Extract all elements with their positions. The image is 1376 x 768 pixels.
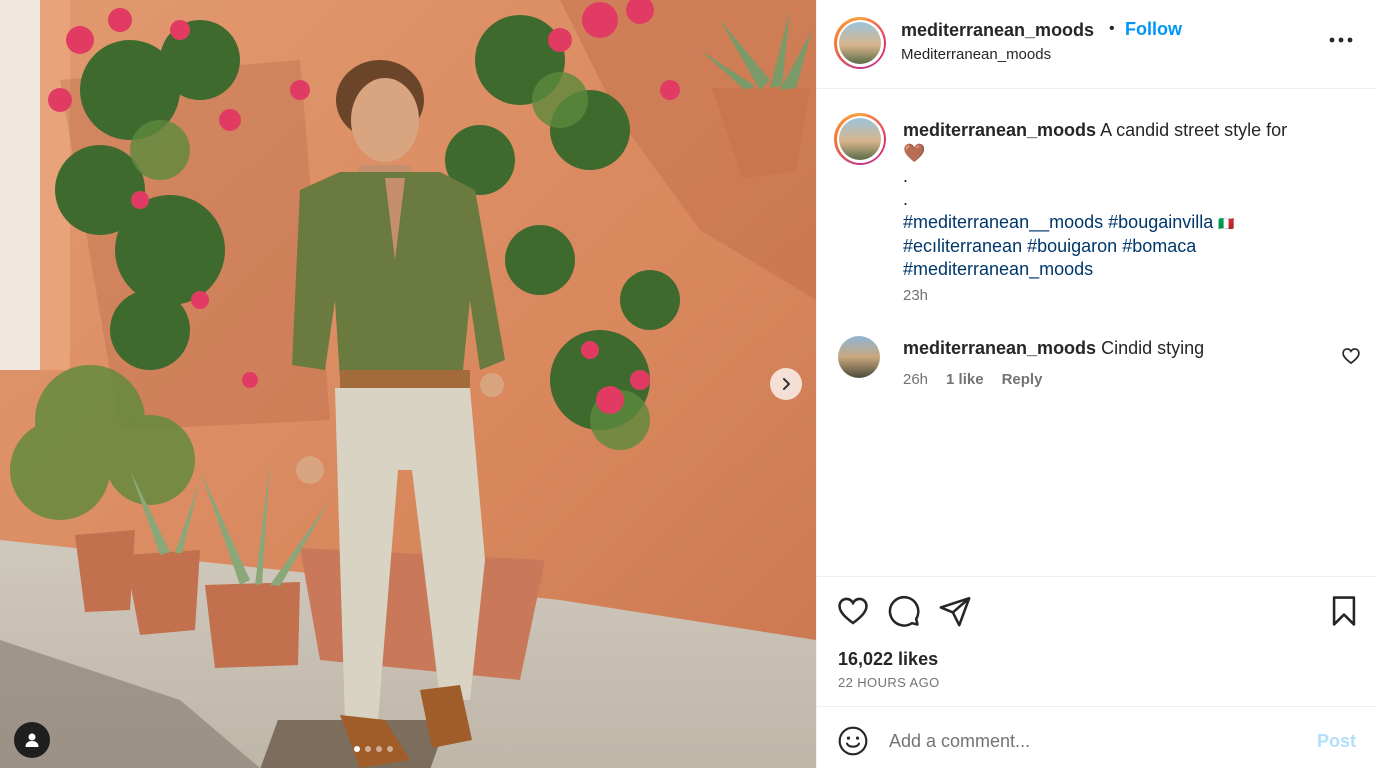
carousel-dot [387, 746, 393, 752]
comment-timestamp[interactable]: 26h [903, 371, 928, 388]
like-count[interactable]: 16,022 likes [838, 649, 938, 670]
comment-icon[interactable] [887, 594, 921, 628]
bookmark-icon[interactable] [1327, 594, 1361, 628]
caption-body: mediterranean_moods A candid street styl… [903, 119, 1343, 281]
avatar-border [836, 115, 884, 163]
caption-username[interactable]: mediterranean_moods [903, 120, 1096, 140]
caption-text: A candid street style for [1100, 120, 1288, 140]
author-avatar[interactable] [834, 17, 886, 69]
user-tag-icon [25, 733, 39, 747]
commenter-username[interactable]: mediterranean_moods [903, 338, 1096, 358]
caption-dot: . [903, 189, 909, 209]
post-header: mediterranean_moods • Follow Mediterrane… [817, 0, 1376, 89]
separator-dot: • [1109, 20, 1115, 37]
carousel-dot [365, 746, 371, 752]
post-comment-button[interactable]: Post [1317, 731, 1356, 752]
next-photo-button[interactable] [770, 368, 802, 400]
follow-button[interactable]: Follow [1125, 19, 1182, 40]
post-timestamp: 22 HOURS AGO [838, 675, 940, 690]
comment-input[interactable] [889, 723, 1289, 759]
emoji-icon[interactable] [837, 725, 869, 757]
avatar-border [836, 19, 884, 67]
chevron-right-icon [783, 378, 790, 390]
comment-composer: Post [817, 706, 1376, 768]
tagged-users-button[interactable] [14, 722, 50, 758]
hashtag-link[interactable]: #mediterranean_moods [903, 259, 1093, 279]
more-options-icon [1329, 37, 1353, 43]
comment-text: Cindid stying [1101, 338, 1205, 358]
heart-icon[interactable] [836, 594, 870, 628]
comment-meta: 26h 1 like Reply [903, 371, 1042, 388]
avatar-image [839, 22, 881, 64]
reply-button[interactable]: Reply [1002, 371, 1043, 388]
caption-author-avatar[interactable] [834, 113, 886, 165]
hashtag-link[interactable]: #bougainvilla [1108, 212, 1213, 232]
carousel-dot [376, 746, 382, 752]
brown-heart-emoji: 🤎 [903, 143, 926, 163]
post-actions: 16,022 likes 22 HOURS AGO [817, 576, 1376, 706]
post-details-panel: mediterranean_moods • Follow Mediterrane… [816, 0, 1376, 768]
comment-like-heart-icon[interactable] [1341, 346, 1361, 366]
flag-emoji: 🇮🇹 [1218, 216, 1235, 231]
avatar-image [839, 118, 881, 160]
comment-like-count[interactable]: 1 like [946, 371, 984, 388]
post-image [0, 0, 816, 768]
hashtag-link[interactable]: #bomaca [1122, 236, 1196, 256]
hashtag-link[interactable]: #ecıliterranean [903, 236, 1022, 256]
caption-timestamp[interactable]: 23h [903, 287, 928, 304]
commenter-avatar[interactable] [838, 336, 880, 378]
more-options-button[interactable] [1323, 28, 1359, 52]
post-photo[interactable] [0, 0, 816, 768]
comment-body: mediterranean_moods Cindid stying [903, 338, 1204, 359]
author-username[interactable]: mediterranean_moods [901, 20, 1094, 41]
hashtag-link[interactable]: #mediterranean__moods [903, 212, 1103, 232]
carousel-indicators [354, 746, 393, 752]
carousel-dot [354, 746, 360, 752]
hashtag-link[interactable]: #bouigaron [1027, 236, 1117, 256]
share-icon[interactable] [938, 594, 972, 628]
caption-dot: . [903, 166, 909, 186]
post-location[interactable]: Mediterranean_moods [901, 46, 1051, 63]
